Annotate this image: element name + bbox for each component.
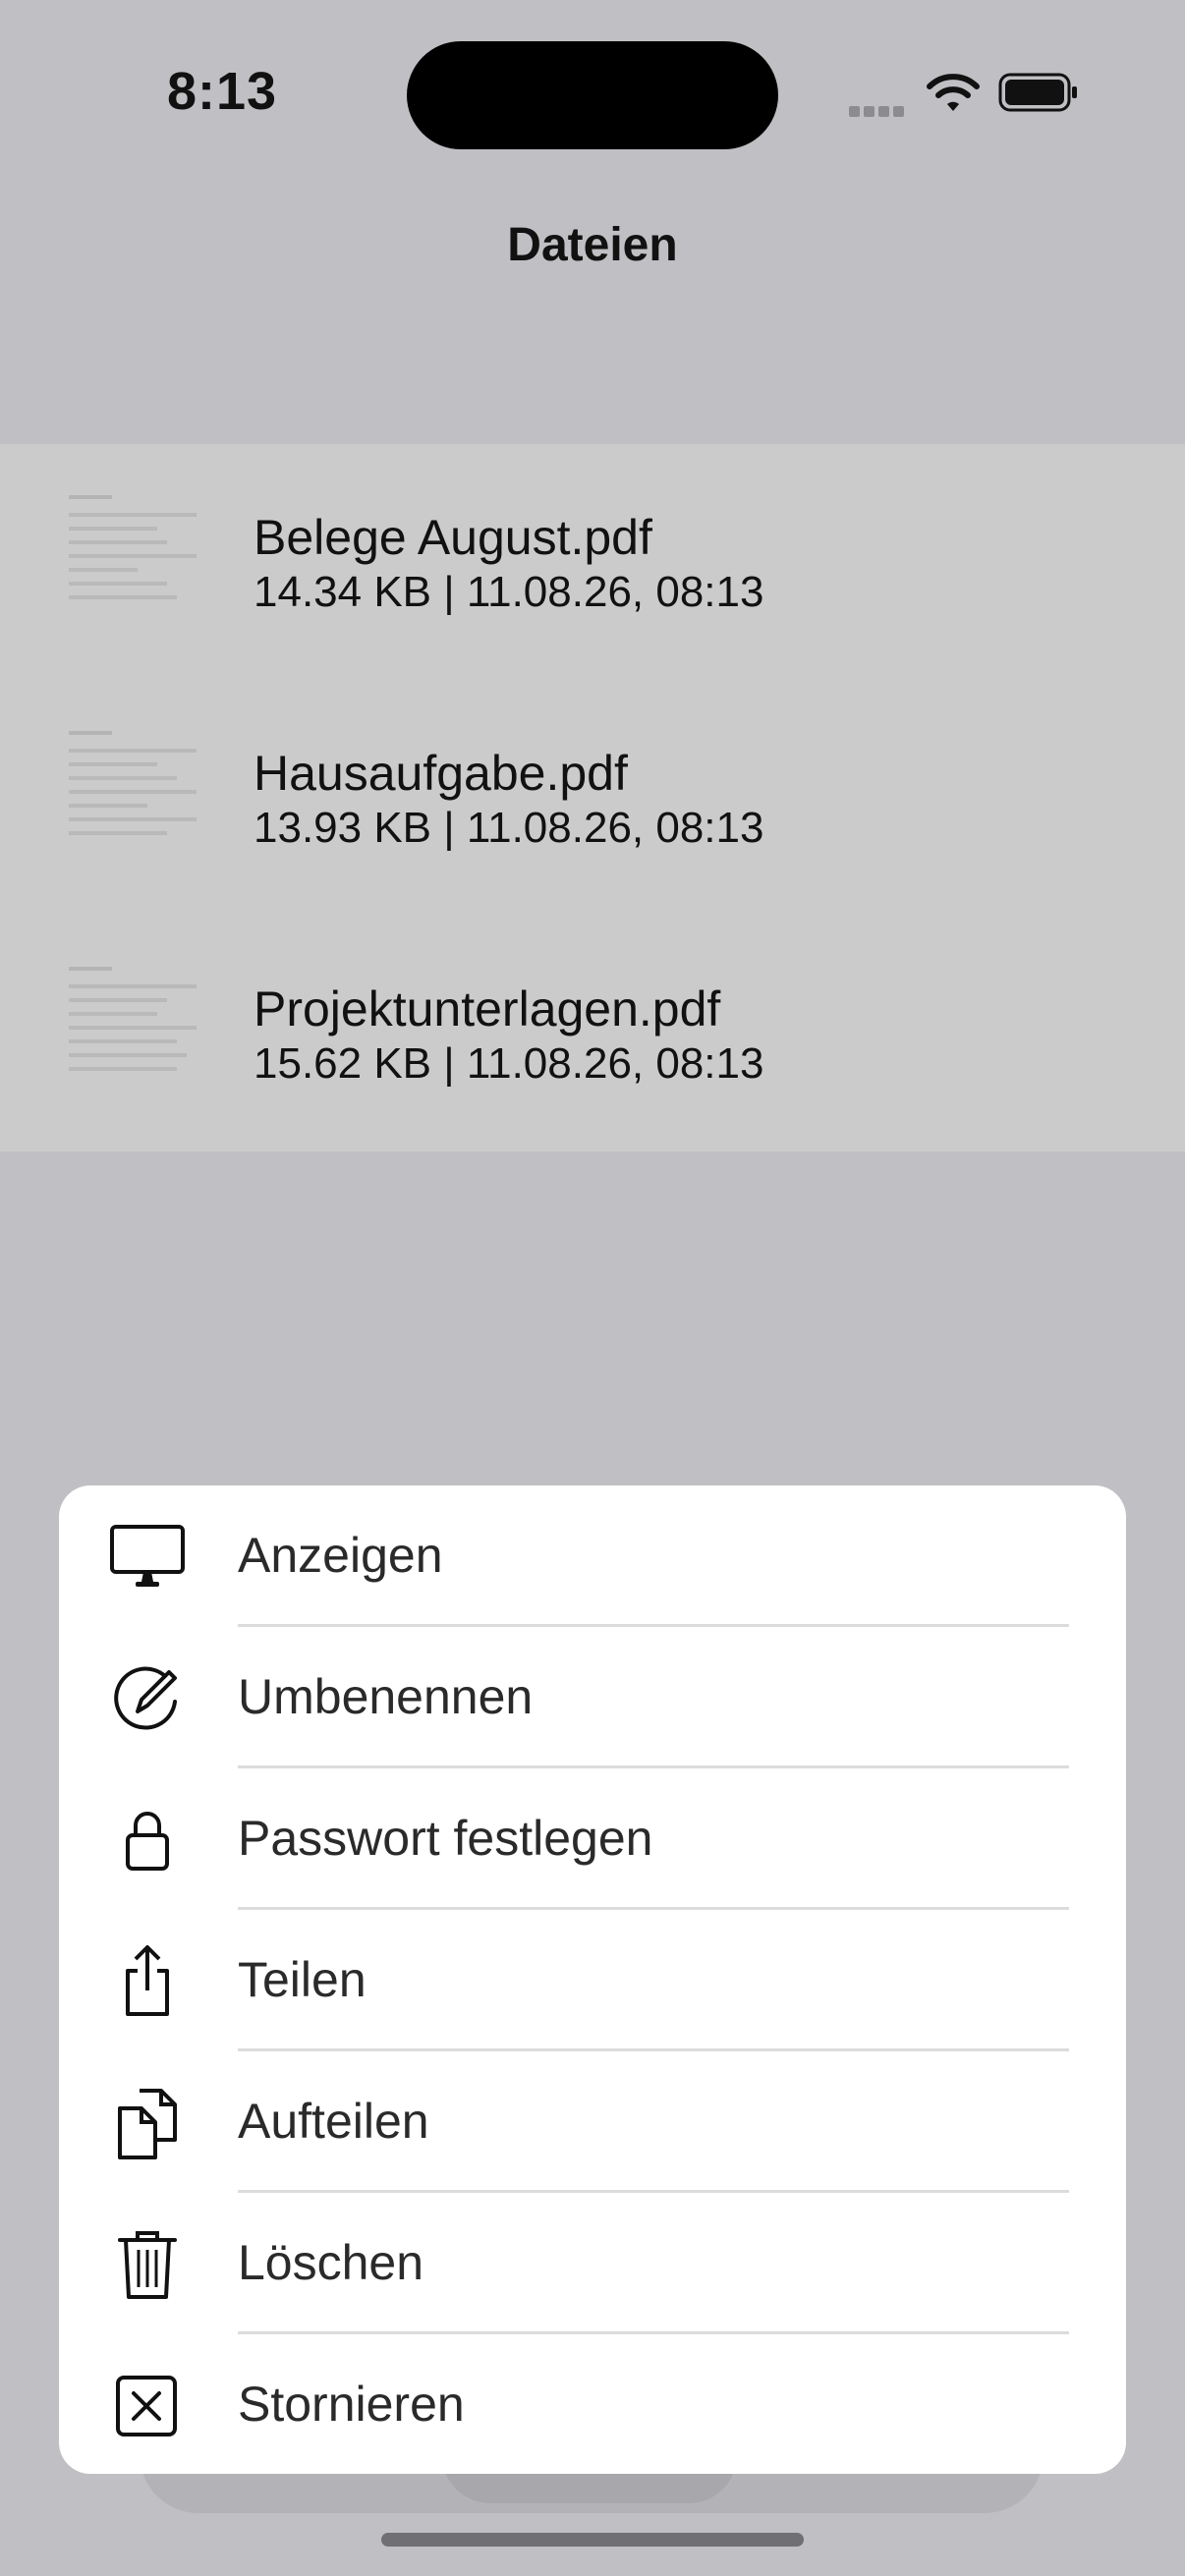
file-meta: 14.34 KB | 11.08.26, 08:13 — [254, 568, 764, 616]
file-row[interactable]: Belege August.pdf 14.34 KB | 11.08.26, 0… — [0, 444, 1185, 680]
file-meta: 13.93 KB | 11.08.26, 08:13 — [254, 804, 764, 852]
pencil-circle-icon — [114, 1666, 177, 1730]
trash-icon — [118, 2231, 177, 2299]
display-icon — [110, 1525, 185, 1587]
pdf-thumbnail — [69, 967, 197, 1094]
action-rename[interactable]: Umbenennen — [59, 1627, 1126, 1768]
file-row[interactable]: Projektunterlagen.pdf 15.62 KB | 11.08.2… — [0, 916, 1185, 1151]
share-icon — [126, 1945, 169, 2016]
page-title: Dateien — [507, 219, 678, 271]
xmark-square-icon — [116, 2376, 177, 2436]
file-list: Belege August.pdf 14.34 KB | 11.08.26, 0… — [0, 444, 1185, 1151]
action-delete[interactable]: Löschen — [59, 2193, 1126, 2334]
pdf-thumbnail — [69, 731, 197, 859]
file-row[interactable]: Hausaufgabe.pdf 13.93 KB | 11.08.26, 08:… — [0, 680, 1185, 916]
battery-icon — [998, 73, 1077, 112]
file-name: Hausaufgabe.pdf — [254, 746, 628, 801]
dynamic-island — [407, 41, 778, 149]
action-set-password[interactable]: Passwort festlegen — [59, 1768, 1126, 1910]
action-cancel[interactable]: Stornieren — [59, 2334, 1126, 2474]
file-name: Projektunterlagen.pdf — [254, 981, 721, 1036]
action-view[interactable]: Anzeigen — [59, 1485, 1126, 1627]
file-meta: 15.62 KB | 11.08.26, 08:13 — [254, 1039, 764, 1088]
pdf-thumbnail — [69, 495, 197, 623]
action-share-label: Teilen — [238, 1952, 367, 2007]
status-time: 8:13 — [167, 62, 278, 121]
action-cancel-label: Stornieren — [238, 2377, 465, 2432]
action-view-label: Anzeigen — [238, 1528, 443, 1583]
status-bar: 8:13 — [0, 0, 1185, 196]
action-split[interactable]: Aufteilen — [59, 2051, 1126, 2193]
action-share[interactable]: Teilen — [59, 1910, 1126, 2051]
home-indicator — [381, 2533, 804, 2547]
action-split-label: Aufteilen — [238, 2094, 429, 2149]
action-delete-label: Löschen — [238, 2235, 424, 2290]
wifi-icon — [927, 74, 980, 111]
split-documents-icon — [118, 2089, 177, 2159]
file-name: Belege August.pdf — [254, 510, 652, 565]
action-sheet: Anzeigen Umbenennen Passwort festlegen T… — [59, 1485, 1126, 2474]
cellular-signal-icon — [849, 104, 908, 118]
action-rename-label: Umbenennen — [238, 1669, 534, 1724]
lock-icon — [126, 1812, 169, 1871]
action-set-password-label: Passwort festlegen — [238, 1811, 653, 1866]
